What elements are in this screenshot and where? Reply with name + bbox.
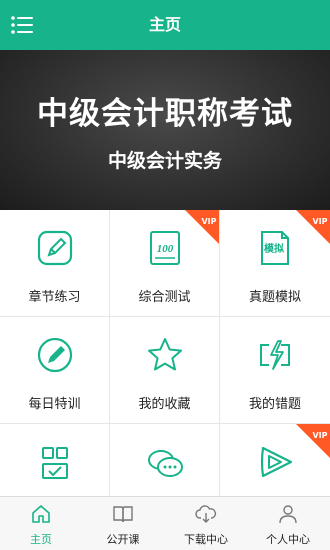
grid-item-label: 章节练习 (28, 290, 81, 305)
user-icon (279, 505, 297, 524)
banner: 中级会计职称考试 中级会计实务 (0, 50, 330, 210)
error-bolt-icon (260, 340, 290, 370)
app-root: 主页 中级会计职称考试 中级会计实务 章节练习 100 VIP 综合测试 模拟 … (0, 0, 330, 550)
grid-item-label: 每日特训 (28, 397, 81, 412)
pencil-edit-icon (37, 230, 73, 266)
grid-item-label: 我的错题 (248, 397, 301, 412)
tab-home[interactable]: 主页 (0, 497, 82, 550)
banner-subtitle: 中级会计实务 (107, 150, 222, 172)
grid-item-comprehensive-test[interactable]: 100 VIP 综合测试 (110, 210, 220, 317)
star-icon (148, 338, 182, 371)
grid-item-checklist[interactable] (0, 424, 110, 496)
bottom-tab-bar: 主页 公开课 下载中心 个人中心 (0, 496, 330, 550)
svg-text:VIP: VIP (312, 217, 327, 226)
grid-item-daily-training[interactable]: 每日特训 (0, 317, 110, 424)
grid-item-label: 我的收藏 (138, 397, 191, 412)
play-icon (260, 446, 293, 478)
page-title: 主页 (148, 15, 181, 34)
vip-badge: VIP (296, 424, 330, 458)
book-icon (113, 506, 133, 523)
grid-item-wrong-questions[interactable]: 我的错题 (220, 317, 330, 424)
tab-label: 个人中心 (266, 533, 310, 546)
grid-item-mock-exam[interactable]: 模拟 VIP 真题模拟 (220, 210, 330, 317)
grid-item-favorites[interactable]: 我的收藏 (110, 317, 220, 424)
grid-item-video[interactable]: VIP (220, 424, 330, 496)
feature-grid: 章节练习 100 VIP 综合测试 模拟 VIP 真题模拟 每日特训 我的收藏 … (0, 210, 330, 496)
chat-bubbles-icon (148, 450, 183, 477)
grid-item-chapter-practice[interactable]: 章节练习 (0, 210, 110, 317)
tab-label: 主页 (30, 533, 52, 546)
svg-text:模拟: 模拟 (264, 242, 284, 255)
home-icon (32, 505, 50, 523)
checklist-icon (42, 447, 68, 479)
svg-text:VIP: VIP (312, 431, 327, 440)
mock-exam-icon: 模拟 (261, 231, 289, 265)
pencil-circle-icon (37, 337, 73, 373)
grid-item-label: 真题模拟 (248, 290, 301, 305)
tab-open-courses[interactable]: 公开课 (82, 497, 164, 550)
grid-item-chat[interactable] (110, 424, 220, 496)
grid-item-label: 综合测试 (138, 290, 191, 305)
vip-badge: VIP (296, 210, 330, 244)
test-100-icon: 100 (150, 231, 180, 265)
tab-download-center[interactable]: 下载中心 (165, 497, 247, 550)
svg-text:VIP: VIP (201, 217, 216, 226)
cloud-download-icon (195, 505, 217, 523)
svg-text:100: 100 (157, 243, 174, 255)
vip-badge: VIP (185, 210, 219, 244)
tab-label: 下载中心 (184, 533, 228, 546)
tab-label: 公开课 (106, 533, 140, 546)
banner-title: 中级会计职称考试 (37, 96, 293, 132)
top-bar: 主页 (0, 0, 330, 50)
tab-personal-center[interactable]: 个人中心 (247, 497, 329, 550)
